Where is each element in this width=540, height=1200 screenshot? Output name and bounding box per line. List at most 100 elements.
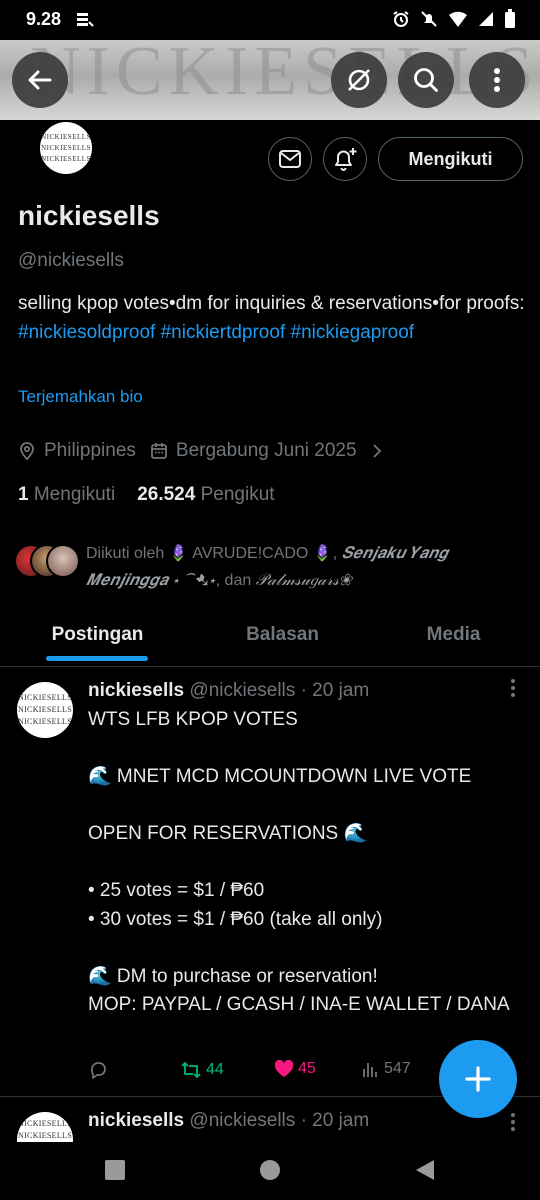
post-author-name[interactable]: nickiesells (88, 680, 184, 701)
active-tab-indicator (46, 656, 148, 661)
profile-banner: NICKIESELLS (0, 40, 540, 120)
hashtag-link[interactable]: #nickiegaproof (291, 322, 415, 343)
following-button[interactable]: Mengikuti (378, 137, 523, 181)
post-avatar[interactable]: NICKIESELLS NICKIESELLS NICKIESELLS (17, 682, 73, 738)
post-more-button[interactable] (510, 678, 516, 704)
post-body: WTS LFB KPOP VOTES 🌊 MNET MCD MCOUNTDOWN… (88, 709, 510, 1015)
profile-meta: Philippines Bergabung Juni 2025 (18, 440, 397, 462)
plus-icon (465, 1066, 491, 1092)
following-number: 1 (18, 484, 29, 505)
grok-button[interactable] (331, 52, 387, 108)
post-time: · 20 jam (300, 680, 370, 701)
follower-name: 🪻 AVRUDE!CADO 🪻 (168, 545, 333, 562)
follower-name: 𝒫𝒶𝓁𝓂𝓈𝓊𝑔𝒶𝓇𝓈❀ (255, 572, 352, 589)
follow-counts: 1 Mengikuti 26.524 Pengikut (18, 484, 275, 506)
location-text: Philippines (44, 440, 136, 461)
search-icon (414, 68, 438, 92)
post-actions: 44 45 547 (88, 1060, 448, 1084)
reply-button[interactable] (88, 1060, 108, 1080)
post-time: · 20 jam (300, 1110, 370, 1131)
arrow-left-icon (28, 70, 52, 90)
analytics-icon (363, 1063, 377, 1077)
reply-icon (90, 1062, 106, 1079)
avatar-text: NICKIESELLS (18, 693, 72, 702)
follower-avatars (14, 544, 80, 580)
more-vertical-icon (511, 1113, 515, 1131)
followed-by-prefix: Diikuti oleh (86, 545, 165, 562)
avatar-text: NICKIESELLS (18, 717, 72, 726)
status-time: 9.28 (26, 9, 62, 29)
post-more-button[interactable] (510, 1112, 516, 1138)
compose-button[interactable] (439, 1040, 517, 1118)
wifi-icon (448, 10, 468, 33)
alarm-icon (392, 10, 410, 33)
avatar-text: NICKIESELLS (18, 1119, 72, 1128)
search-button[interactable] (398, 52, 454, 108)
retweet-button[interactable]: 44 (180, 1060, 224, 1080)
signal-icon (478, 11, 494, 32)
more-vertical-icon (511, 679, 515, 697)
more-options-button[interactable] (469, 52, 525, 108)
profile-name: nickiesells (18, 200, 160, 231)
notification-button[interactable] (323, 137, 367, 181)
location-pin-icon (20, 442, 34, 461)
followed-by-and: dan (224, 572, 252, 589)
avatar-text: NICKIESELLS (41, 154, 91, 163)
home-button[interactable] (259, 1159, 281, 1186)
back-button[interactable] (12, 52, 68, 108)
post-header: nickiesells @nickiesells · 20 jam (88, 1110, 369, 1132)
post-author-handle: @nickiesells (189, 680, 296, 701)
post-author-handle: @nickiesells (189, 1110, 296, 1131)
followers-label: Pengikut (200, 484, 275, 505)
tab-replies[interactable]: Balasan (205, 605, 360, 665)
following-label: Mengikuti (33, 484, 116, 505)
status-bar: 9.28 (0, 0, 540, 40)
retweet-icon (181, 1062, 201, 1078)
avatar (46, 544, 80, 578)
message-button[interactable] (268, 137, 312, 181)
recents-button[interactable] (104, 1159, 126, 1186)
hashtag-link[interactable]: #nickiesoldproof (18, 322, 155, 343)
post-author-name[interactable]: nickiesells (88, 1110, 184, 1131)
circle-icon (260, 1160, 280, 1180)
calendar-icon (151, 443, 167, 459)
post-header: nickiesells @nickiesells · 20 jam (88, 680, 369, 702)
mute-icon (420, 10, 438, 33)
retweet-count: 44 (206, 1061, 224, 1078)
heart-filled-icon (274, 1060, 294, 1077)
mail-icon (279, 150, 301, 168)
like-count: 45 (298, 1060, 316, 1077)
translate-bio-link[interactable]: Terjemahkan bio (18, 387, 143, 407)
bio-text: selling kpop votes•dm for inquiries & re… (18, 293, 525, 314)
join-date[interactable]: Bergabung Juni 2025 (150, 440, 383, 462)
profile-avatar[interactable]: NICKIESELLS NICKIESELLS NICKIESELLS (40, 122, 92, 174)
avatar-text: NICKIESELLS (18, 1131, 72, 1140)
avatar-text: NICKIESELLS (18, 705, 72, 714)
following-count[interactable]: 1 Mengikuti (18, 484, 115, 506)
banner-text: NICKIESELLS (30, 40, 540, 110)
post-avatar[interactable]: NICKIESELLS NICKIESELLS (17, 1112, 73, 1142)
system-nav-bar (0, 1142, 540, 1200)
storage-icon (74, 9, 94, 34)
location: Philippines (18, 440, 136, 462)
view-count: 547 (384, 1060, 411, 1077)
square-icon (105, 1160, 125, 1180)
chevron-right-icon (372, 444, 381, 458)
join-date-text: Bergabung Juni 2025 (175, 440, 357, 461)
grok-icon (348, 69, 370, 91)
followed-by-text: Diikuti oleh 🪻 AVRUDE!CADO 🪻, 𝑺𝒆𝒏𝒋𝒂𝒌𝒖 𝒀𝒂… (86, 545, 448, 589)
tab-media[interactable]: Media (376, 605, 531, 665)
bell-plus-icon (335, 148, 357, 171)
battery-icon (504, 9, 516, 34)
triangle-back-icon (416, 1160, 434, 1180)
views-button[interactable]: 547 (362, 1060, 411, 1078)
followers-number: 26.524 (137, 484, 196, 505)
followers-count[interactable]: 26.524 Pengikut (137, 484, 274, 506)
like-button[interactable]: 45 (274, 1060, 316, 1078)
profile-handle: @nickiesells (18, 250, 124, 271)
back-nav-button[interactable] (414, 1159, 436, 1186)
avatar-text: NICKIESELLS (41, 143, 91, 152)
profile-bio: selling kpop votes•dm for inquiries & re… (18, 289, 528, 347)
more-vertical-icon (494, 68, 500, 92)
hashtag-link[interactable]: #nickiertdproof (161, 322, 286, 343)
